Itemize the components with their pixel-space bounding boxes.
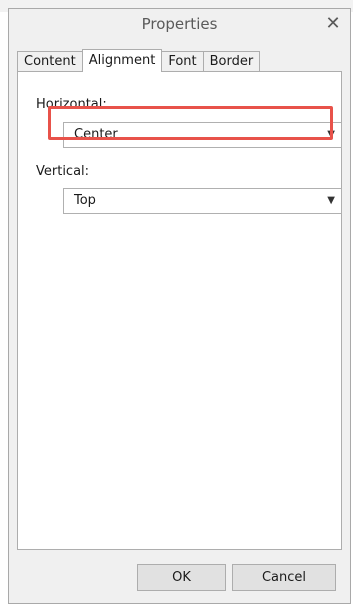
chevron-down-icon: ▼: [327, 195, 335, 206]
tab-bar: Content Alignment Font Border: [17, 49, 261, 72]
tab-border[interactable]: Border: [202, 51, 261, 72]
vertical-label: Vertical:: [36, 164, 90, 179]
dialog-titlebar: Properties ✕: [9, 9, 350, 42]
tab-content[interactable]: Content: [17, 51, 82, 72]
ok-button[interactable]: OK: [137, 564, 226, 591]
vertical-select[interactable]: Top ▼: [63, 188, 342, 214]
close-icon[interactable]: ✕: [322, 13, 344, 35]
cancel-button[interactable]: Cancel: [232, 564, 336, 591]
alignment-panel: Horizontal: Center ▼ Vertical: Top ▼: [17, 71, 342, 550]
horizontal-label: Horizontal:: [36, 97, 107, 112]
properties-dialog: Properties ✕ Content Alignment Font Bord…: [8, 8, 351, 604]
vertical-select-value: Top: [74, 193, 96, 208]
tab-alignment[interactable]: Alignment: [81, 49, 163, 72]
dialog-title: Properties: [141, 15, 218, 33]
tab-font[interactable]: Font: [162, 51, 203, 72]
horizontal-select-value: Center: [74, 127, 118, 142]
horizontal-select[interactable]: Center ▼: [63, 122, 342, 148]
chevron-down-icon: ▼: [327, 129, 335, 140]
